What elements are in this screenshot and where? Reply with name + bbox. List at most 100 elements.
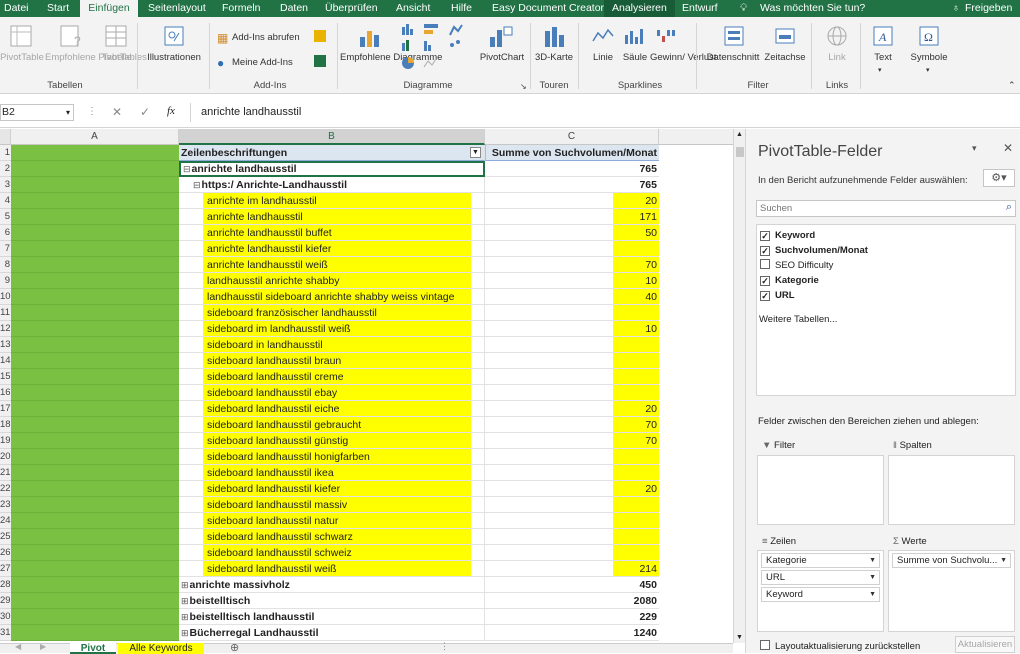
url-cell[interactable]: ⊟https:/ Anrichte-Landhausstil (179, 177, 485, 193)
formula-input[interactable]: anrichte landhausstil (190, 103, 1020, 122)
row-number[interactable]: 4 (0, 193, 11, 209)
sum-value-cell[interactable]: 1240 (485, 625, 659, 641)
dialog-launcher-icon[interactable]: ↘ (520, 82, 527, 91)
green-cell[interactable] (11, 193, 179, 209)
row-number[interactable]: 19 (0, 433, 11, 449)
green-cell[interactable] (11, 257, 179, 273)
keyword-cell[interactable]: anrichte landhausstil (179, 209, 485, 225)
tab-seitenlayout[interactable]: Seitenlayout (148, 0, 206, 17)
green-cell[interactable] (11, 561, 179, 577)
green-cell[interactable] (11, 545, 179, 561)
text-dropdown-icon[interactable]: ▾ (878, 65, 882, 77)
sparkline-winloss-button[interactable]: Gewinn/ Verlust (650, 52, 717, 64)
scrollbar-thumb[interactable] (736, 147, 744, 157)
column-header-b[interactable]: B (179, 129, 485, 145)
pivot-header-row-labels[interactable]: Zeilenbeschriftungen ▼ (179, 145, 485, 161)
sum-value-cell[interactable] (485, 545, 659, 561)
row-number[interactable]: 14 (0, 353, 11, 369)
scroll-up-icon[interactable]: ▲ (736, 131, 743, 138)
sum-value-cell[interactable] (485, 337, 659, 353)
sum-value-cell[interactable]: 10 (485, 321, 659, 337)
sum-value-cell[interactable]: 70 (485, 417, 659, 433)
sum-value-cell[interactable]: 229 (485, 609, 659, 625)
expand-icon[interactable]: ⊞ (181, 580, 189, 590)
text-button[interactable]: Text (866, 52, 900, 64)
keyword-cell[interactable]: anrichte landhausstil kiefer (179, 241, 485, 257)
symbols-button[interactable]: Symbole (904, 52, 954, 64)
sum-value-cell[interactable]: 70 (485, 433, 659, 449)
sparkline-line-button[interactable]: Linie (588, 52, 618, 64)
keyword-cell[interactable]: sideboard landhausstil günstig (179, 433, 485, 449)
pivottable-button[interactable]: PivotTable (0, 52, 44, 64)
row-number[interactable]: 21 (0, 465, 11, 481)
row-number[interactable]: 8 (0, 257, 11, 273)
category-cell[interactable]: ⊞beistelltisch landhausstil (179, 609, 485, 625)
sum-value-cell[interactable] (485, 305, 659, 321)
sum-value-cell[interactable] (485, 369, 659, 385)
row-number[interactable]: 31 (0, 625, 11, 641)
keyword-cell[interactable]: landhausstil sideboard anrichte shabby w… (179, 289, 485, 305)
field-checkbox[interactable] (760, 259, 770, 269)
green-cell[interactable] (11, 177, 179, 193)
row-number[interactable]: 22 (0, 481, 11, 497)
keyword-cell[interactable]: sideboard landhausstil braun (179, 353, 485, 369)
category-cell[interactable]: ⊞beistelltisch (179, 593, 485, 609)
sheet-tab-pivot[interactable]: Pivot (70, 643, 116, 654)
expand-icon[interactable]: ⊞ (181, 612, 189, 622)
green-cell[interactable] (11, 321, 179, 337)
sum-value-cell[interactable]: 10 (485, 273, 659, 289)
sum-value-cell[interactable]: 20 (485, 193, 659, 209)
defer-checkbox[interactable] (760, 640, 770, 650)
scroll-down-icon[interactable]: ▼ (736, 634, 743, 641)
green-cell[interactable] (11, 385, 179, 401)
row-number[interactable]: 25 (0, 529, 11, 545)
keyword-cell[interactable]: sideboard landhausstil schweiz (179, 545, 485, 561)
field-item[interactable]: ✓ URL (760, 289, 795, 303)
tab-einfuegen[interactable]: Einfügen (80, 0, 138, 17)
green-cell[interactable] (11, 529, 179, 545)
tab-analysieren[interactable]: Analysieren (604, 0, 675, 17)
sum-value-cell[interactable]: 70 (485, 257, 659, 273)
row-number[interactable]: 13 (0, 337, 11, 353)
row-number[interactable]: 5 (0, 209, 11, 225)
row-number[interactable]: 3 (0, 177, 11, 193)
select-all-corner[interactable] (0, 129, 11, 145)
keyword-cell[interactable]: anrichte im landhausstil (179, 193, 485, 209)
green-cell[interactable] (11, 145, 179, 161)
sum-value-cell[interactable] (485, 465, 659, 481)
table-button[interactable]: Tabelle (100, 52, 134, 64)
symbols-dropdown-icon[interactable]: ▾ (926, 65, 930, 77)
keyword-cell[interactable]: sideboard landhausstil ikea (179, 465, 485, 481)
green-cell[interactable] (11, 577, 179, 593)
green-cell[interactable] (11, 161, 179, 177)
tab-hilfe[interactable]: Hilfe (451, 0, 472, 17)
chevron-down-icon[interactable]: ▼ (869, 588, 876, 601)
add-sheet-icon[interactable]: ⊕ (230, 641, 239, 654)
close-icon[interactable]: ✕ (1003, 141, 1013, 155)
keyword-cell[interactable]: sideboard landhausstil schwarz (179, 529, 485, 545)
tab-entwurf[interactable]: Entwurf (682, 0, 718, 17)
green-cell[interactable] (11, 433, 179, 449)
3d-map-button[interactable]: 3D-Karte (534, 52, 574, 64)
green-cell[interactable] (11, 289, 179, 305)
recommended-charts-button[interactable]: Empfohlene Diagramme (340, 52, 442, 64)
tab-easy-document-creator[interactable]: Easy Document Creator (492, 0, 604, 17)
share-button[interactable]: Freigeben (965, 0, 1012, 17)
cancel-icon[interactable]: ✕ (112, 105, 122, 119)
keyword-cell[interactable]: sideboard im landhausstil weiß (179, 321, 485, 337)
green-cell[interactable] (11, 481, 179, 497)
gear-icon[interactable]: ⚙▾ (983, 169, 1015, 187)
recommended-pivottables-button[interactable]: Empfohlene PivotTables (45, 52, 147, 64)
filter-area[interactable] (757, 455, 884, 525)
collapse-ribbon-icon[interactable]: ⌃ (1008, 79, 1016, 91)
vertical-scrollbar[interactable]: ▲ ▼ (733, 129, 745, 643)
columns-area[interactable] (888, 455, 1015, 525)
keyword-cell[interactable]: sideboard landhausstil honigfarben (179, 449, 485, 465)
green-cell[interactable] (11, 625, 179, 641)
green-cell[interactable] (11, 225, 179, 241)
sum-value-cell[interactable] (485, 529, 659, 545)
keyword-cell[interactable]: anrichte landhausstil buffet (179, 225, 485, 241)
sheet-tab-alle-keywords[interactable]: Alle Keywords (118, 643, 204, 654)
column-header-a[interactable]: A (11, 129, 179, 145)
row-number[interactable]: 16 (0, 385, 11, 401)
